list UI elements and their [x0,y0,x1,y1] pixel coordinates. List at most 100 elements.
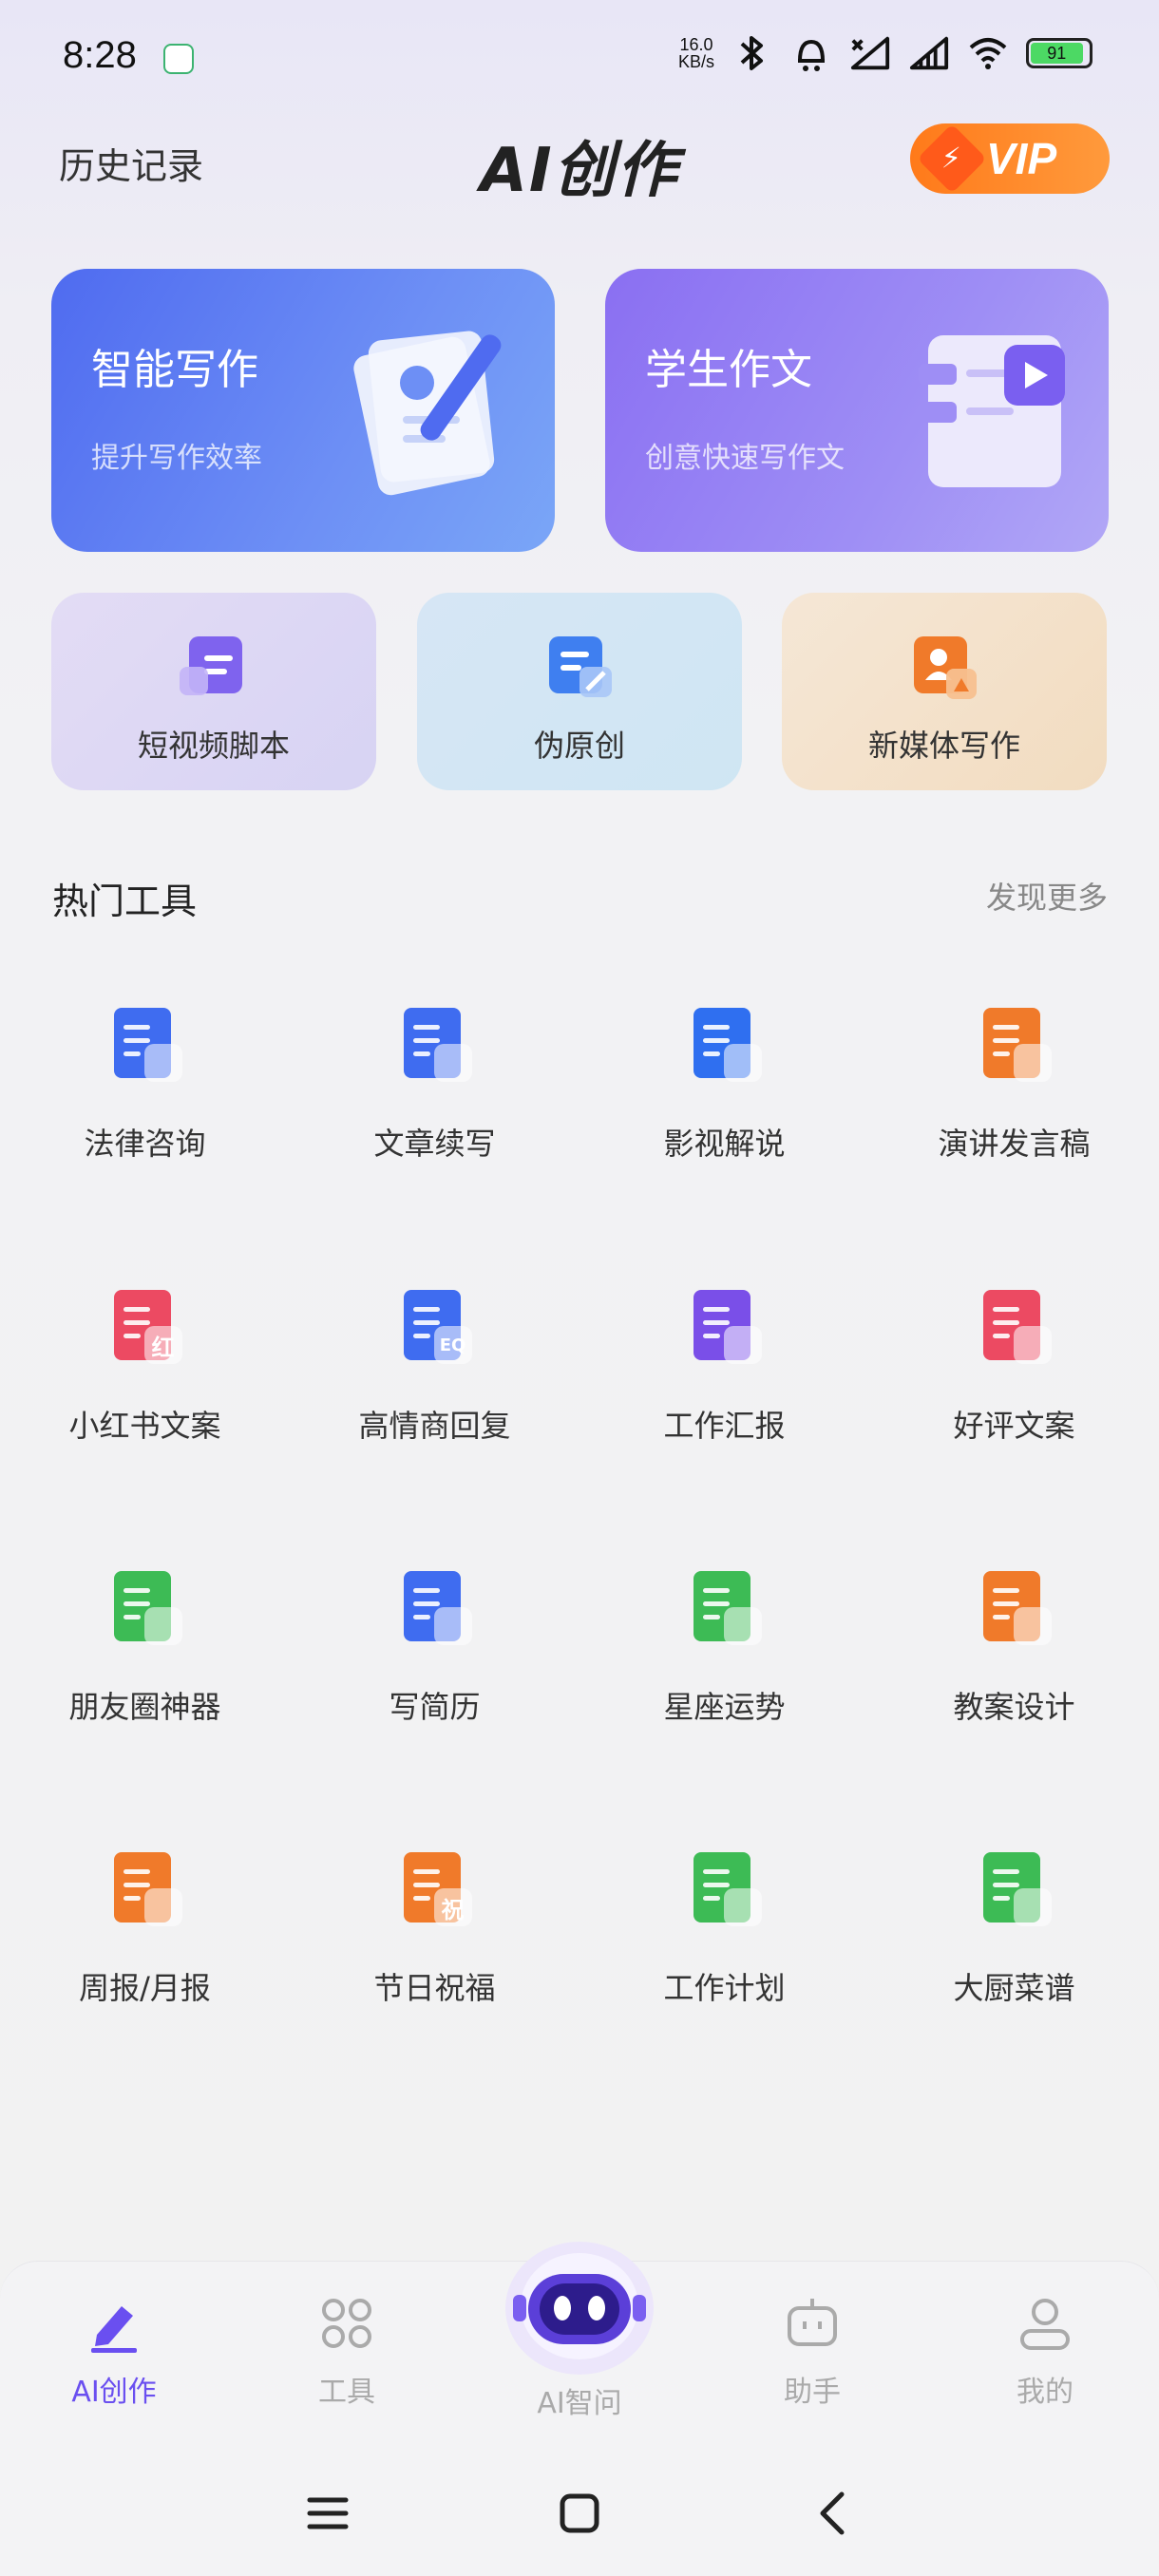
tool-icon-line [992,1025,1019,1030]
ai-robot-button[interactable] [504,2232,656,2375]
tool-icon-badge [1013,1888,1052,1926]
tool-icon-line [702,1601,730,1606]
nav-ai-create[interactable]: AI创作 [38,2290,190,2410]
tool-icon-line [412,1869,440,1874]
video-document-icon [919,335,1065,487]
nav-tools[interactable]: 工具 [271,2290,423,2410]
tool-label: 法律咨询 [84,1126,206,1162]
card-label: 伪原创 [533,728,625,764]
signal-off-icon [849,34,891,72]
heart-doc-icon [972,1284,1057,1370]
tool-item[interactable]: 教案设计 [869,1565,1159,1755]
tool-item[interactable]: 法律咨询 [0,1002,290,1192]
tool-icon-line [702,1615,720,1619]
tool-item[interactable]: 影视解说 [580,1002,869,1192]
tool-icon-badge [1013,1326,1052,1364]
tool-icon-line [412,1601,440,1606]
tool-icon-line [123,1896,141,1901]
tool-icon-badge [433,1607,472,1645]
home-icon[interactable] [551,2485,608,2542]
tool-icon-line [412,1615,430,1619]
tool-icon-line [123,1869,150,1874]
menu-icon[interactable] [299,2485,356,2542]
tool-icon-line [992,1051,1010,1056]
tool-icon-line [702,1051,720,1056]
tool-item[interactable]: 朋友圈神器 [0,1565,290,1755]
tool-icon-line [123,1588,150,1593]
tool-icon-line [992,1869,1019,1874]
tool-icon-line [123,1320,150,1325]
briefcase-icon [682,1284,768,1370]
tool-icon-line [123,1038,150,1043]
lightning-icon: ⚡ [917,123,987,194]
greeting-icon: 祝 [392,1847,478,1932]
tool-icon-line [123,1601,150,1606]
tool-icon-line [702,1038,730,1043]
speech-doc-icon [972,1002,1057,1088]
short-video-script-card[interactable]: 短视频脚本 [51,593,376,790]
pen-icon [81,2290,147,2357]
tool-icon-line [992,1320,1019,1325]
tool-icon-badge [723,1607,762,1645]
rewrite-icon [549,636,612,697]
pseudo-original-card[interactable]: 伪原创 [417,593,742,790]
legal-doc-icon [103,1002,188,1088]
tool-icon-line [123,1051,141,1056]
tool-item[interactable]: 文章续写 [290,1002,580,1192]
tool-label: 工作计划 [663,1970,786,2006]
tool-label: 写简历 [389,1689,481,1725]
tool-icon-line [412,1025,440,1030]
nav-profile[interactable]: 我的 [969,2290,1121,2410]
tool-label: 演讲发言稿 [938,1126,1091,1162]
smart-writing-card[interactable]: 智能写作 提升写作效率 [51,269,555,552]
net-speed: 16.0 KB/s [677,35,714,71]
tool-item[interactable]: 祝节日祝福 [290,1847,580,2036]
grid-icon [314,2290,380,2357]
tool-item[interactable]: EQ 高情商回复 [290,1284,580,1474]
tool-item[interactable]: 写简历 [290,1565,580,1755]
script-icon [180,636,242,695]
back-icon[interactable] [804,2485,861,2542]
tool-item[interactable]: 工作计划 [580,1847,869,2036]
tool-icon-badge [723,1888,762,1926]
tool-icon-line [412,1320,440,1325]
tool-icon-line [992,1615,1010,1619]
tool-icon-line [123,1025,150,1030]
discover-more-link[interactable]: 发现更多 [986,874,1108,918]
tool-icon-line [123,1883,150,1887]
nav-label: 工具 [318,2376,375,2409]
tool-icon-line [992,1588,1019,1593]
tool-item[interactable]: 星座运势 [580,1565,869,1755]
tool-icon-line [123,1334,141,1338]
tool-icon-line [992,1883,1019,1887]
card-label: 短视频脚本 [137,728,290,764]
tool-icon-badge [433,1044,472,1082]
star-icon [682,1565,768,1651]
tool-item[interactable]: 红小红书文案 [0,1284,290,1474]
tool-item[interactable]: 周报/月报 [0,1847,290,2036]
chef-recipe-icon [972,1847,1057,1932]
tool-label: 高情商回复 [358,1408,511,1444]
resume-icon [392,1565,478,1651]
media-person-icon [914,636,977,699]
tool-item[interactable]: 工作汇报 [580,1284,869,1474]
tool-icon-line [123,1307,150,1312]
nav-label: AI创作 [71,2376,157,2409]
tool-icon-line [123,1615,141,1619]
tool-item[interactable]: 好评文案 [869,1284,1159,1474]
status-bar: 8:28 16.0 KB/s 91 [0,0,1159,114]
new-media-writing-card[interactable]: 新媒体写作 [782,593,1107,790]
nav-label: 助手 [784,2376,841,2409]
tool-icon-line [702,1334,720,1338]
tool-icon-line [702,1869,730,1874]
tool-icon-line [992,1334,1010,1338]
edit-doc-icon [392,1002,478,1088]
tool-item[interactable]: 演讲发言稿 [869,1002,1159,1192]
vip-button[interactable]: ⚡ VIP [910,123,1110,194]
student-essay-card[interactable]: 学生作文 创意快速写作文 [605,269,1109,552]
nav-assistant[interactable]: 助手 [736,2290,888,2410]
alarm-icon [790,34,832,72]
status-time: 8:28 [63,34,137,76]
header: 历史记录 AI创作 ⚡ VIP [0,114,1159,218]
tool-item[interactable]: 大厨菜谱 [869,1847,1159,2036]
